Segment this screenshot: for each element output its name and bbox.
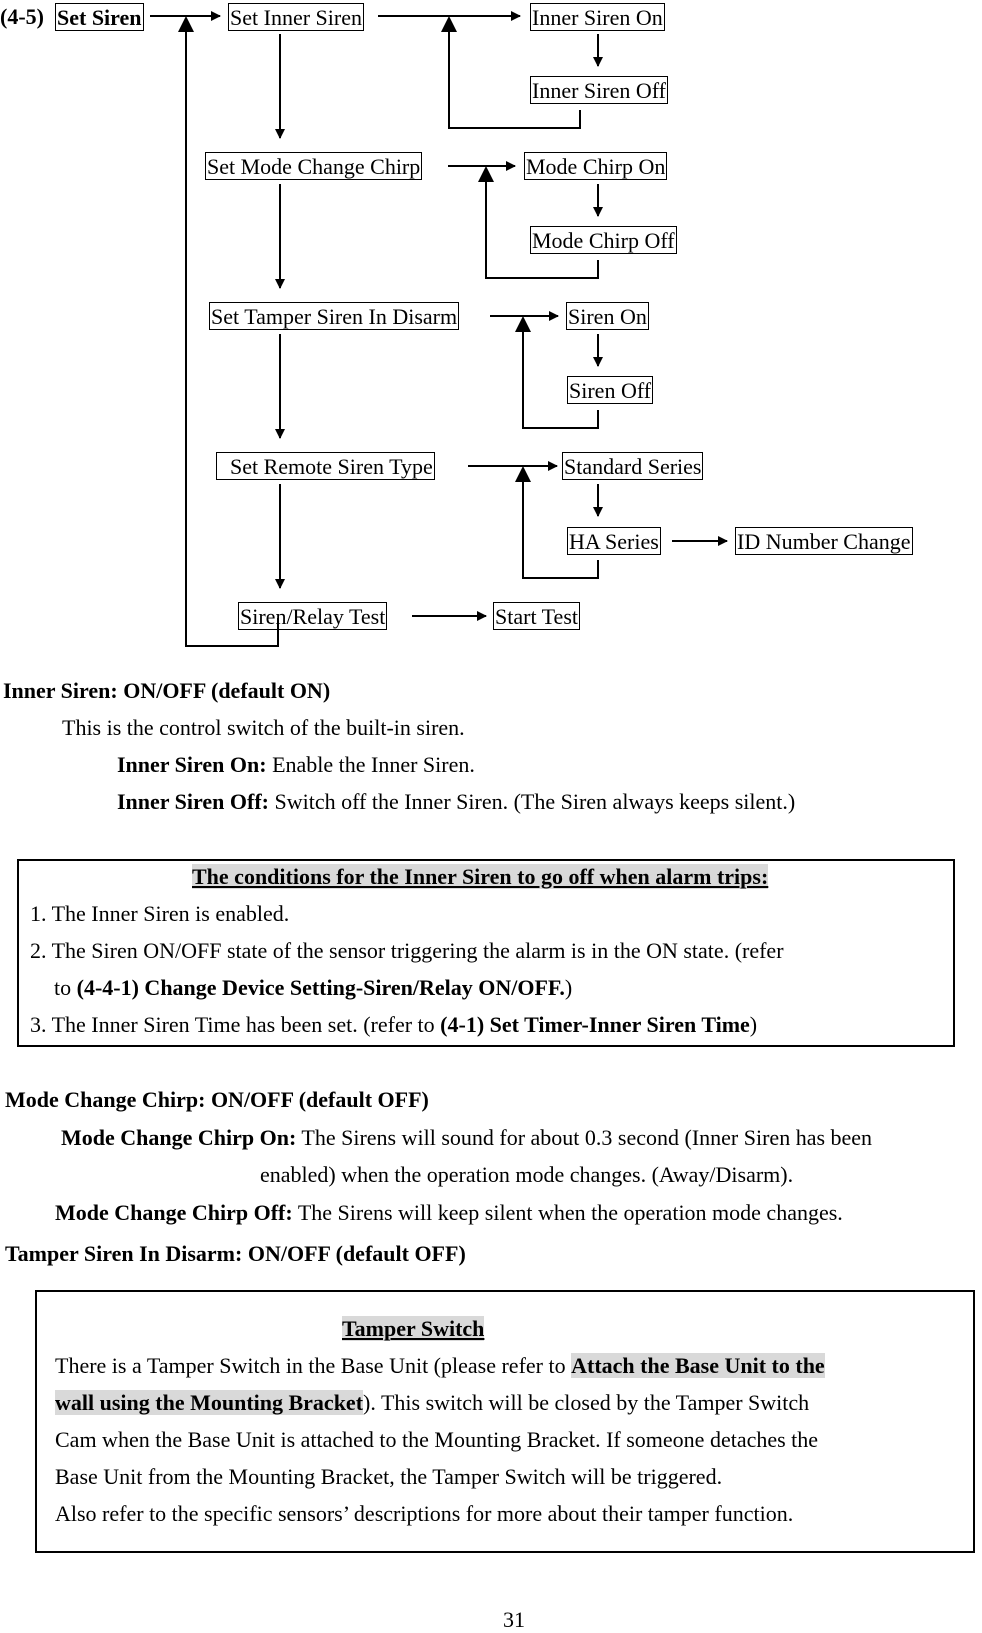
inner-siren-on-desc: Inner Siren On: Enable the Inner Siren.	[117, 752, 475, 778]
conditions-title: The conditions for the Inner Siren to go…	[192, 864, 769, 890]
tamper-heading: Tamper Siren In Disarm: ON/OFF (default …	[5, 1241, 466, 1266]
mode-chirp-on-label: Mode Change Chirp On:	[61, 1125, 297, 1150]
conditions-title-text: The conditions for the Inner Siren to go…	[192, 864, 769, 889]
mode-chirp-heading: Mode Change Chirp: ON/OFF (default OFF)	[5, 1087, 429, 1112]
flow-connectors	[150, 11, 728, 647]
tamper-line-5: Also refer to the specific sensors’ desc…	[55, 1501, 794, 1526]
tamper-box-title-text: Tamper Switch	[342, 1316, 485, 1341]
inner-siren-on-label: Inner Siren On:	[117, 752, 267, 777]
node-set-remote-siren-type: Set Remote Siren Type	[216, 452, 435, 480]
inner-siren-off-label: Inner Siren Off:	[117, 789, 269, 814]
mode-chirp-off-label: Mode Change Chirp Off:	[55, 1200, 293, 1225]
node-id-number-change: ID Number Change	[735, 527, 913, 555]
condition-item-3: 3. The Inner Siren Time has been set. (r…	[30, 1012, 757, 1038]
mode-chirp-on-text-2: enabled) when the operation mode changes…	[260, 1162, 794, 1187]
mode-chirp-off-desc: Mode Change Chirp Off: The Sirens will k…	[55, 1200, 843, 1226]
node-start-test: Start Test	[493, 602, 580, 630]
condition-item-2b: to (4-4-1) Change Device Setting-Siren/R…	[54, 975, 572, 1001]
tamper-line-2-post: ). This switch will be closed by the Tam…	[363, 1390, 810, 1415]
condition-item-1: 1. The Inner Siren is enabled.	[30, 901, 290, 926]
condition-item-2b-post: )	[564, 975, 573, 1000]
condition-item-2b-link: (4-4-1) Change Device Setting-Siren/Rela…	[76, 975, 565, 1000]
node-set-mode-change-chirp: Set Mode Change Chirp	[205, 152, 423, 180]
condition-item-2b-pre: to	[54, 975, 77, 1000]
return-loop-main	[185, 22, 279, 647]
node-set-inner-siren: Set Inner Siren	[228, 3, 364, 31]
inner-siren-on-text: Enable the Inner Siren.	[266, 752, 475, 777]
tamper-line-2: wall using the Mounting Bracket). This s…	[55, 1390, 809, 1416]
inner-siren-desc: This is the control switch of the built-…	[62, 715, 465, 740]
node-siren-relay-test: Siren/Relay Test	[238, 602, 388, 630]
tamper-link-part-1: Attach the Base Unit to the	[571, 1353, 825, 1378]
condition-item-3-pre: 3. The Inner Siren Time has been set. (r…	[30, 1012, 441, 1037]
node-standard-series: Standard Series	[562, 452, 704, 480]
node-mode-chirp-on: Mode Chirp On	[524, 152, 668, 180]
tamper-box-title: Tamper Switch	[342, 1316, 485, 1342]
page-number: 31	[503, 1607, 525, 1632]
tamper-line-3: Cam when the Base Unit is attached to th…	[55, 1427, 819, 1452]
condition-item-3-link: (4-1) Set Timer-Inner Siren Time	[440, 1012, 750, 1037]
node-siren-on: Siren On	[566, 302, 649, 330]
condition-item-3-post: )	[749, 1012, 758, 1037]
section-label: (4-5)	[0, 4, 44, 29]
node-inner-siren-off: Inner Siren Off	[530, 76, 668, 104]
inner-siren-off-desc: Inner Siren Off: Switch off the Inner Si…	[117, 789, 795, 815]
node-inner-siren-on: Inner Siren On	[530, 3, 665, 31]
tamper-line-1: There is a Tamper Switch in the Base Uni…	[55, 1353, 825, 1379]
tamper-link-part-2: wall using the Mounting Bracket	[55, 1390, 364, 1415]
condition-item-2a: 2. The Siren ON/OFF state of the sensor …	[30, 938, 784, 963]
tamper-line-1-pre: There is a Tamper Switch in the Base Uni…	[55, 1353, 572, 1378]
mode-chirp-off-text: The Sirens will keep silent when the ope…	[292, 1200, 843, 1225]
mode-chirp-on-desc: Mode Change Chirp On: The Sirens will so…	[61, 1125, 872, 1151]
node-set-siren: Set Siren	[55, 3, 144, 31]
node-siren-off: Siren Off	[567, 376, 654, 404]
tamper-line-4: Base Unit from the Mounting Bracket, the…	[55, 1464, 723, 1489]
inner-siren-off-text: Switch off the Inner Siren. (The Siren a…	[268, 789, 796, 814]
node-set-tamper-siren: Set Tamper Siren In Disarm	[209, 302, 460, 330]
mode-chirp-on-text-1: The Sirens will sound for about 0.3 seco…	[296, 1125, 873, 1150]
node-ha-series: HA Series	[567, 527, 661, 555]
node-mode-chirp-off: Mode Chirp Off	[530, 226, 677, 254]
inner-siren-heading: Inner Siren: ON/OFF (default ON)	[3, 678, 331, 703]
